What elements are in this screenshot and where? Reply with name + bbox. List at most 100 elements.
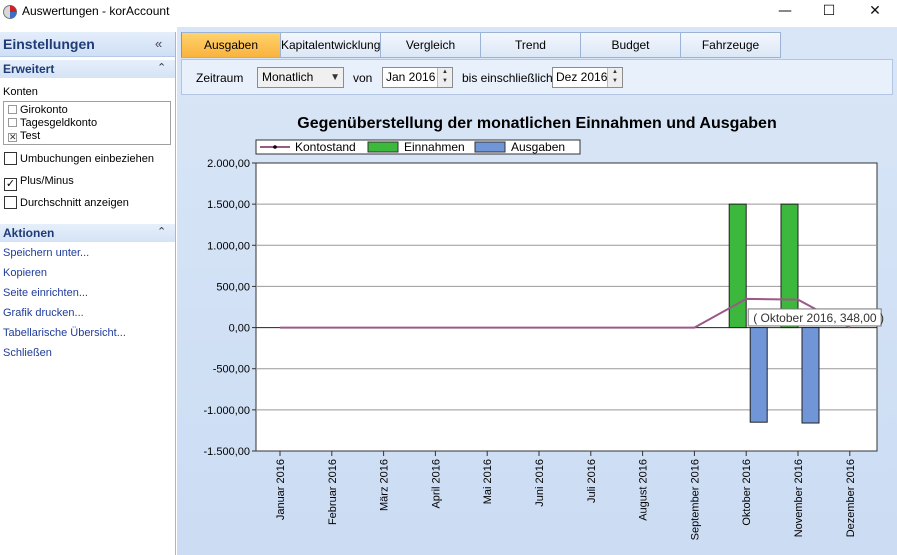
period-label: Zeitraum: [196, 71, 244, 85]
x-tick-label: Februar 2016: [327, 459, 339, 525]
period-select[interactable]: Monatlich ▼: [257, 67, 344, 88]
action-table-overview[interactable]: Tabellarische Übersicht...: [3, 327, 126, 339]
action-copy[interactable]: Kopieren: [3, 267, 47, 279]
tab-trend[interactable]: Trend: [481, 32, 581, 58]
checkbox-checked[interactable]: ✓: [4, 178, 17, 191]
y-tick-label: 1.000,00: [207, 240, 250, 252]
main-panel: Ausgaben Kapitalentwicklung Vergleich Tr…: [177, 27, 897, 555]
account-item-test[interactable]: ✕ Test: [8, 130, 40, 143]
title-bar: Auswertungen - korAccount — ☐ ✕: [0, 0, 897, 24]
y-tick-label: 0,00: [229, 323, 250, 335]
y-tick-label: 500,00: [216, 281, 250, 293]
option-label: Plus/Minus: [20, 175, 74, 187]
from-date-spinner[interactable]: Jan 2016 ▲ ▼: [382, 67, 453, 88]
action-save-as[interactable]: Speichern unter...: [3, 247, 89, 259]
x-tick-label: August 2016: [638, 459, 650, 521]
account-item-girokonto[interactable]: Girokonto: [8, 104, 68, 117]
y-tick-label: -1.000,00: [204, 405, 250, 417]
y-axis: 2.000,00 1.500,00 1.000,00 500,00 0,00 -500,0…: [204, 158, 256, 458]
checkbox[interactable]: [4, 196, 17, 209]
option-umbuchungen[interactable]: Umbuchungen einbeziehen: [4, 152, 154, 168]
collapse-section-icon[interactable]: ⌃: [157, 61, 166, 74]
option-durchschnitt[interactable]: Durchschnitt anzeigen: [4, 196, 129, 212]
y-tick-label: -500,00: [213, 364, 250, 376]
x-tick-label: Juni 2016: [534, 459, 546, 507]
y-tick-label: 2.000,00: [207, 158, 250, 170]
maximize-button[interactable]: ☐: [809, 0, 849, 22]
period-value: Monatlich: [262, 70, 314, 84]
from-label: von: [353, 71, 373, 85]
tab-fahrzeuge[interactable]: Fahrzeuge: [681, 32, 781, 58]
x-tick-label: Januar 2016: [275, 459, 287, 520]
sidebar: Einstellungen « Erweitert ⌃ Konten Girok…: [0, 32, 176, 555]
legend-marker: [273, 145, 277, 149]
accounts-label: Konten: [3, 86, 38, 98]
x-tick-label: Oktober 2016: [741, 459, 753, 526]
x-tick-label: März 2016: [379, 459, 391, 511]
tab-kapitalentwicklung[interactable]: Kapitalentwicklung: [281, 32, 381, 58]
collapse-sidebar-icon[interactable]: «: [155, 36, 162, 51]
checkbox[interactable]: [8, 105, 17, 114]
accounts-list[interactable]: Girokonto Tagesgeldkonto ✕ Test: [3, 101, 171, 145]
x-tick-label: September 2016: [689, 459, 701, 540]
spin-buttons[interactable]: ▲ ▼: [437, 68, 452, 87]
to-date-spinner[interactable]: Dez 2016 ▲ ▼: [552, 67, 623, 88]
tab-bar: Ausgaben Kapitalentwicklung Vergleich Tr…: [181, 32, 809, 58]
legend-label-einnahmen: Einnahmen: [404, 140, 465, 154]
x-tick-label: April 2016: [430, 459, 442, 509]
action-print-chart[interactable]: Grafik drucken...: [3, 307, 84, 319]
x-tick-label: Mai 2016: [482, 459, 494, 504]
checkbox[interactable]: [8, 118, 17, 127]
action-page-setup[interactable]: Seite einrichten...: [3, 287, 88, 299]
option-label: Durchschnitt anzeigen: [20, 197, 129, 209]
section-header-actions[interactable]: Aktionen ⌃: [0, 224, 175, 242]
minimize-button[interactable]: —: [765, 0, 805, 22]
from-date-value: Jan 2016: [386, 70, 436, 84]
filter-bar: Zeitraum Monatlich ▼ von Jan 2016 ▲ ▼ bis…: [181, 59, 893, 95]
account-item-tagesgeldkonto[interactable]: Tagesgeldkonto: [8, 117, 97, 130]
legend-swatch-einnahmen: [367, 141, 399, 153]
x-tick-label: November 2016: [793, 459, 805, 537]
legend-swatch-ausgaben: [474, 141, 506, 153]
down-arrow-icon[interactable]: ▼: [608, 77, 622, 86]
spin-buttons[interactable]: ▲ ▼: [607, 68, 622, 87]
x-tick-label: Juli 2016: [586, 459, 598, 503]
x-tick-label: Dezember 2016: [845, 459, 857, 537]
tab-budget[interactable]: Budget: [581, 32, 681, 58]
sidebar-title: Einstellungen: [3, 36, 95, 52]
up-arrow-icon[interactable]: ▲: [438, 68, 452, 77]
option-label: Umbuchungen einbeziehen: [20, 153, 154, 165]
section-title-actions: Aktionen: [3, 226, 55, 240]
chart: Kontostand Einnahmen Ausgaben 2.000,00 1.50…: [204, 139, 884, 540]
account-label: Test: [20, 130, 41, 142]
down-arrow-icon[interactable]: ▼: [438, 77, 452, 86]
app-icon: [3, 5, 17, 19]
collapse-section-icon[interactable]: ⌃: [157, 225, 166, 238]
option-plus-minus[interactable]: ✓ Plus/Minus: [4, 174, 74, 191]
action-close[interactable]: Schließen: [3, 347, 52, 359]
einnahmen-bar: [728, 203, 747, 329]
account-label: Girokonto: [20, 104, 68, 116]
legend: Kontostand Einnahmen Ausgaben: [255, 139, 581, 155]
tooltip-text: ( Oktober 2016, 348,00 ): [753, 311, 884, 325]
y-tick-label: 1.500,00: [207, 199, 250, 211]
legend-label-ausgaben: Ausgaben: [511, 140, 565, 154]
ausgaben-bar: [749, 327, 768, 423]
to-label: bis einschließlich: [462, 71, 553, 85]
chevron-down-icon: ▼: [330, 72, 340, 83]
checkbox-checked[interactable]: ✕: [8, 133, 17, 142]
window-title: Auswertungen - korAccount: [22, 4, 170, 18]
close-button[interactable]: ✕: [855, 0, 895, 22]
tooltip: ( Oktober 2016, 348,00 ): [747, 308, 884, 327]
tab-ausgaben[interactable]: Ausgaben: [181, 32, 281, 58]
account-label: Tagesgeldkonto: [20, 117, 98, 129]
up-arrow-icon[interactable]: ▲: [608, 68, 622, 77]
section-title-advanced: Erweitert: [3, 62, 55, 76]
chart-area: Gegenüberstellung der monatlichen Einnah…: [181, 107, 893, 553]
tab-vergleich[interactable]: Vergleich: [381, 32, 481, 58]
section-header-advanced[interactable]: Erweitert ⌃: [0, 60, 175, 78]
sidebar-header: Einstellungen «: [0, 32, 175, 57]
y-tick-label: -1.500,00: [204, 446, 250, 458]
checkbox[interactable]: [4, 152, 17, 165]
to-date-value: Dez 2016: [556, 70, 608, 84]
